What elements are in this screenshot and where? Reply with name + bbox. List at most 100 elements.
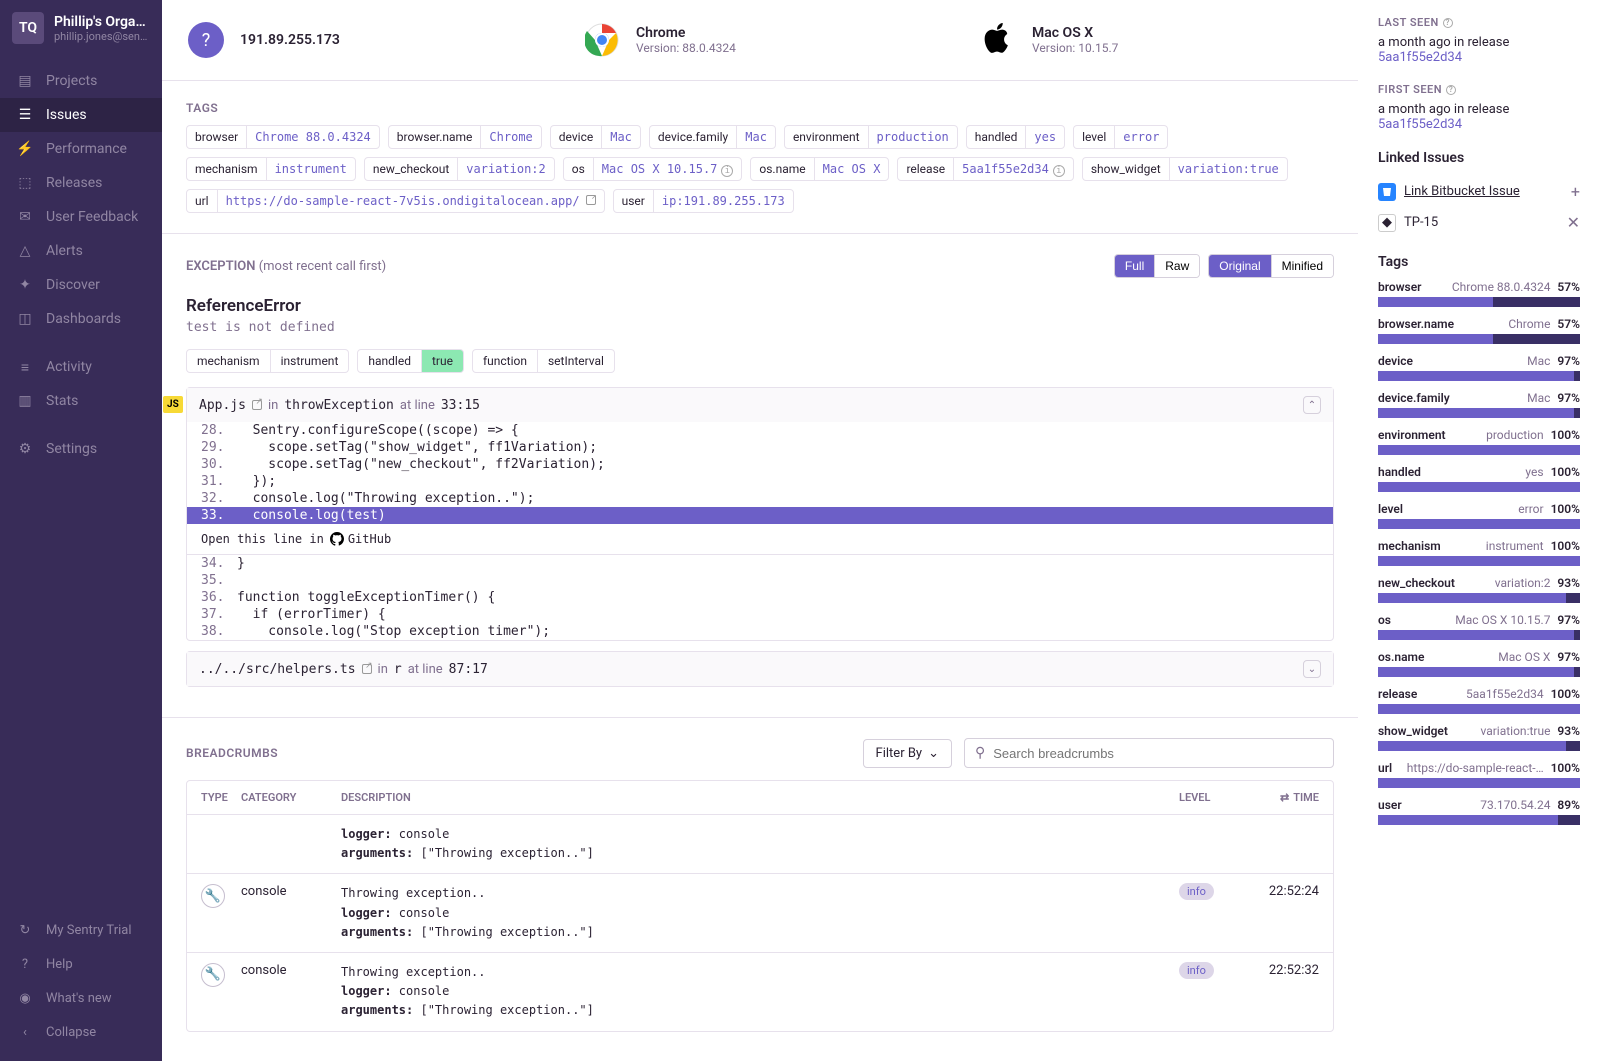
tag-browser.name[interactable]: browser.nameChrome bbox=[388, 125, 542, 149]
tag-device.family[interactable]: device.familyMac bbox=[649, 125, 776, 149]
tag-stat-url[interactable]: urlhttps://do-sample-react-… 100% bbox=[1378, 761, 1580, 788]
tag-url[interactable]: urlhttps://do-sample-react-7v5is.ondigit… bbox=[186, 189, 605, 213]
nav-stats[interactable]: ▥Stats bbox=[0, 384, 162, 418]
dashboards-icon: ◫ bbox=[16, 310, 34, 328]
breadcrumb-search-input[interactable] bbox=[993, 746, 1323, 761]
tag-stat-release[interactable]: release5aa1f55e2d34 100% bbox=[1378, 687, 1580, 714]
code-line: 35. bbox=[187, 572, 1333, 589]
plus-icon[interactable]: + bbox=[1571, 182, 1580, 201]
tag-os.name[interactable]: os.nameMac OS X bbox=[750, 157, 889, 181]
external-link-icon[interactable] bbox=[362, 664, 372, 674]
performance-icon: ⚡ bbox=[16, 140, 34, 158]
org-switcher[interactable]: TQ Phillip's Organiz… phillip.jones@sent… bbox=[0, 0, 162, 56]
view-raw-button[interactable]: Raw bbox=[1155, 255, 1199, 277]
nav-releases[interactable]: ⬚Releases bbox=[0, 166, 162, 200]
open-in-github[interactable]: Open this line in GitHub bbox=[187, 524, 1333, 555]
nav-collapse[interactable]: ‹Collapse bbox=[0, 1015, 162, 1049]
env-os-name: Mac OS X bbox=[1032, 25, 1118, 41]
tag-release[interactable]: release5aa1f55e2d34i bbox=[897, 157, 1073, 181]
nav-dashboards[interactable]: ◫Dashboards bbox=[0, 302, 162, 336]
external-link-icon[interactable] bbox=[586, 195, 596, 205]
tag-stat-handled[interactable]: handledyes 100% bbox=[1378, 465, 1580, 492]
breadcrumb-search[interactable]: ⚲ bbox=[964, 738, 1334, 768]
x-icon[interactable]: ✕ bbox=[1567, 213, 1580, 232]
tag-level[interactable]: levelerror bbox=[1073, 125, 1168, 149]
tag-os[interactable]: osMac OS X 10.15.7i bbox=[563, 157, 743, 181]
sidebar: TQ Phillip's Organiz… phillip.jones@sent… bbox=[0, 0, 162, 1061]
nav-issues[interactable]: ☰Issues bbox=[0, 98, 162, 132]
search-icon: ⚲ bbox=[975, 745, 985, 761]
tag-stat-os.name[interactable]: os.nameMac OS X 97% bbox=[1378, 650, 1580, 677]
progress-bar bbox=[1378, 482, 1580, 492]
last-seen-release-link[interactable]: 5aa1f55e2d34 bbox=[1378, 50, 1462, 65]
tag-stat-device[interactable]: deviceMac 97% bbox=[1378, 354, 1580, 381]
tag-stat-show_widget[interactable]: show_widgetvariation:true 93% bbox=[1378, 724, 1580, 751]
user-feedback-icon: ✉ bbox=[16, 208, 34, 226]
tag-stat-level[interactable]: levelerror 100% bbox=[1378, 502, 1580, 529]
collapse-icon[interactable]: ⌃ bbox=[1303, 396, 1321, 414]
help-icon: ? bbox=[16, 955, 34, 973]
view-minified-button[interactable]: Minified bbox=[1272, 255, 1333, 277]
frame-header[interactable]: App.js in throwException at line 33:15 ⌃ bbox=[187, 388, 1333, 422]
expand-icon[interactable]: ⌄ bbox=[1303, 660, 1321, 678]
breadcrumb-row: 🔧 console Throwing exception..logger: co… bbox=[187, 953, 1333, 1031]
view-full-button[interactable]: Full bbox=[1115, 255, 1155, 277]
code-line: 38. console.log("Stop exception timer"); bbox=[187, 623, 1333, 640]
nav-help[interactable]: ?Help bbox=[0, 947, 162, 981]
help-icon[interactable]: ? bbox=[1446, 85, 1456, 95]
progress-bar bbox=[1378, 741, 1580, 751]
nav-alerts[interactable]: △Alerts bbox=[0, 234, 162, 268]
progress-bar bbox=[1378, 408, 1580, 418]
frame-header[interactable]: ../../src/helpers.ts in r at line 87:17 … bbox=[187, 652, 1333, 686]
exception-meta: handled bbox=[357, 349, 422, 373]
nav-trial[interactable]: ↻My Sentry Trial bbox=[0, 913, 162, 947]
env-ip: ? 191.89.255.173 bbox=[186, 20, 542, 60]
tags-panel: TAGS browserChrome 88.0.4324browser.name… bbox=[162, 81, 1358, 234]
activity-icon: ≡ bbox=[16, 358, 34, 376]
issues-icon: ☰ bbox=[16, 106, 34, 124]
help-icon[interactable]: ? bbox=[1443, 18, 1453, 28]
nav-activity[interactable]: ≡Activity bbox=[0, 350, 162, 384]
tag-device[interactable]: deviceMac bbox=[550, 125, 641, 149]
tag-handled[interactable]: handledyes bbox=[966, 125, 1065, 149]
first-seen-release-link[interactable]: 5aa1f55e2d34 bbox=[1378, 117, 1462, 132]
tag-stat-new_checkout[interactable]: new_checkoutvariation:2 93% bbox=[1378, 576, 1580, 603]
org-name: Phillip's Organiz… bbox=[54, 14, 150, 30]
nav-settings[interactable]: ⚙Settings bbox=[0, 432, 162, 466]
external-link-icon[interactable] bbox=[252, 400, 262, 410]
tag-stat-mechanism[interactable]: mechanisminstrument 100% bbox=[1378, 539, 1580, 566]
tag-stat-environment[interactable]: environmentproduction 100% bbox=[1378, 428, 1580, 455]
nav-whatsnew[interactable]: ◉What's new bbox=[0, 981, 162, 1015]
nav-discover[interactable]: ✦Discover bbox=[0, 268, 162, 302]
tag-stat-os[interactable]: osMac OS X 10.15.7 97% bbox=[1378, 613, 1580, 640]
wrench-icon: 🔧 bbox=[201, 963, 225, 987]
exception-message: test is not defined bbox=[186, 320, 1334, 335]
tag-browser[interactable]: browserChrome 88.0.4324 bbox=[186, 125, 380, 149]
view-original-button[interactable]: Original bbox=[1209, 255, 1271, 277]
swap-icon[interactable]: ⇄ bbox=[1280, 791, 1289, 804]
progress-bar bbox=[1378, 704, 1580, 714]
nav-user-feedback[interactable]: ✉User Feedback bbox=[0, 200, 162, 234]
nav-projects[interactable]: ▤Projects bbox=[0, 64, 162, 98]
exception-meta: function bbox=[472, 349, 538, 373]
tag-new_checkout[interactable]: new_checkoutvariation:2 bbox=[364, 157, 555, 181]
filter-by-button[interactable]: Filter By⌄ bbox=[863, 739, 952, 768]
tag-mechanism[interactable]: mechanisminstrument bbox=[186, 157, 356, 181]
tag-stat-browser[interactable]: browserChrome 88.0.4324 57% bbox=[1378, 280, 1580, 307]
tag-stat-browser.name[interactable]: browser.nameChrome 57% bbox=[1378, 317, 1580, 344]
tag-environment[interactable]: environmentproduction bbox=[784, 125, 958, 149]
linked-jira[interactable]: ◆TP-15✕ bbox=[1378, 207, 1580, 238]
code-line: 30. scope.setTag("new_checkout", ff2Vari… bbox=[187, 456, 1333, 473]
nav-performance[interactable]: ⚡Performance bbox=[0, 132, 162, 166]
tag-stat-device.family[interactable]: device.familyMac 97% bbox=[1378, 391, 1580, 418]
first-seen-value: a month ago in release 5aa1f55e2d34 bbox=[1378, 102, 1580, 132]
linked-bitbucket[interactable]: Link Bitbucket Issue+ bbox=[1378, 176, 1580, 207]
env-ip-value: 191.89.255.173 bbox=[240, 32, 340, 48]
tag-show_widget[interactable]: show_widgetvariation:true bbox=[1082, 157, 1288, 181]
tag-stat-user[interactable]: user73.170.54.24 89% bbox=[1378, 798, 1580, 825]
exception-meta: true bbox=[422, 349, 464, 373]
code-line: 33. console.log(test) bbox=[187, 507, 1333, 524]
tag-user[interactable]: userip:191.89.255.173 bbox=[613, 189, 794, 213]
progress-bar bbox=[1378, 667, 1580, 677]
level-badge: info bbox=[1179, 962, 1214, 979]
